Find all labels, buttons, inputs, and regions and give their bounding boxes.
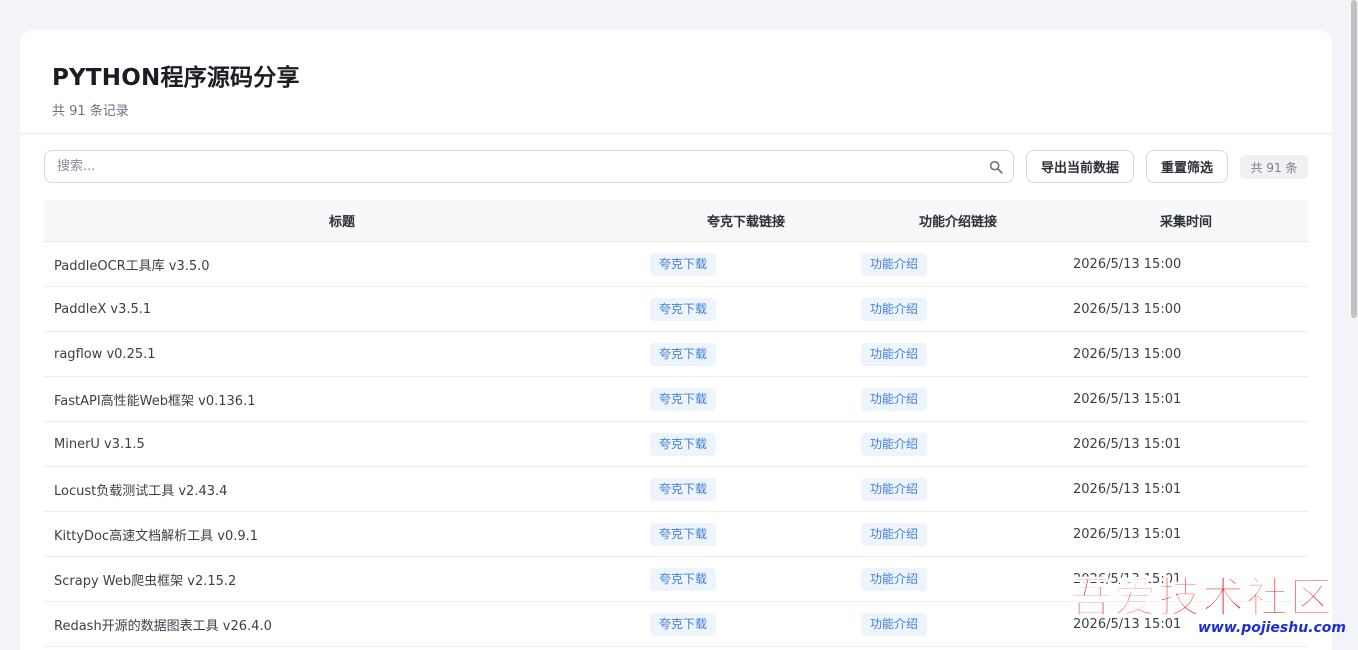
search-icon[interactable]: [989, 160, 1003, 174]
column-header-collect-time[interactable]: 采集时间: [1064, 211, 1308, 230]
row-quark-cell: 夸克下载: [640, 342, 852, 366]
feature-intro-link[interactable]: 功能介绍: [861, 252, 928, 276]
column-header-title[interactable]: 标题: [44, 211, 640, 230]
row-quark-cell: 夸克下载: [640, 297, 852, 321]
search-input[interactable]: [45, 151, 1013, 182]
row-intro-cell: 功能介绍: [852, 612, 1064, 636]
watermark-logo: 吾爱技术社区 www.pojieshu.com: [1069, 572, 1346, 636]
row-intro-cell: 功能介绍: [852, 567, 1064, 591]
column-header-quark-link[interactable]: 夸克下载链接: [640, 211, 852, 230]
row-collect-time: 2026/5/13 15:00: [1073, 346, 1182, 362]
quark-download-link[interactable]: 夸克下载: [650, 612, 717, 636]
row-intro-cell: 功能介绍: [852, 387, 1064, 411]
watermark-url: www.pojieshu.com: [1198, 620, 1346, 636]
table-row: ragflow v0.25.1 夸克下载 功能介绍 2026/5/13 15:00: [44, 332, 1308, 377]
feature-intro-link[interactable]: 功能介绍: [861, 432, 928, 456]
feature-intro-link[interactable]: 功能介绍: [861, 612, 928, 636]
scrollbar-thumb[interactable]: [1351, 0, 1357, 318]
row-collect-time: 2026/5/13 15:01: [1073, 391, 1182, 407]
row-quark-cell: 夸克下载: [640, 522, 852, 546]
row-quark-cell: 夸克下载: [640, 432, 852, 456]
row-collect-time: 2026/5/13 15:00: [1073, 301, 1182, 317]
table-row: FastAPI高性能Web框架 v0.136.1 夸克下载 功能介绍 2026/5/1…: [44, 377, 1308, 422]
row-intro-cell: 功能介绍: [852, 297, 1064, 321]
row-title: KittyDoc高速文档解析工具 v0.9.1: [54, 528, 259, 544]
row-collect-time: 2026/5/13 15:01: [1073, 481, 1182, 497]
row-intro-cell: 功能介绍: [852, 252, 1064, 276]
row-quark-cell: 夸克下载: [640, 387, 852, 411]
feature-intro-link[interactable]: 功能介绍: [861, 522, 928, 546]
quark-download-link[interactable]: 夸克下载: [650, 432, 717, 456]
row-title: Redash开源的数据图表工具 v26.4.0: [54, 618, 272, 634]
row-collect-time: 2026/5/13 15:00: [1073, 256, 1182, 272]
table-row: PaddleOCR工具库 v3.5.0 夸克下载 功能介绍 2026/5/13 15:…: [44, 242, 1308, 287]
row-title: MinerU v3.1.5: [54, 436, 145, 452]
row-title: FastAPI高性能Web框架 v0.136.1: [54, 393, 256, 409]
feature-intro-link[interactable]: 功能介绍: [861, 567, 928, 591]
page-title: PYTHON程序源码分享: [52, 65, 300, 91]
row-title: Scrapy Web爬虫框架 v2.15.2: [54, 573, 237, 589]
row-title: Locust负载测试工具 v2.43.4: [54, 483, 228, 499]
row-quark-cell: 夸克下载: [640, 567, 852, 591]
row-title: PaddleX v3.5.1: [54, 301, 152, 317]
toolbar: 导出当前数据 重置筛选 共 91 条: [20, 134, 1332, 200]
search-box: [44, 150, 1014, 183]
quark-download-link[interactable]: 夸克下载: [650, 387, 717, 411]
main-card: PYTHON程序源码分享 共 91 条记录 导出当前数据 重置筛选 共 91 条…: [20, 30, 1332, 650]
row-intro-cell: 功能介绍: [852, 432, 1064, 456]
feature-intro-link[interactable]: 功能介绍: [861, 477, 928, 501]
feature-intro-link[interactable]: 功能介绍: [861, 297, 928, 321]
watermark-text: 吾爱技术社区: [1070, 573, 1334, 622]
table-row: PaddleX v3.5.1 夸克下载 功能介绍 2026/5/13 15:00: [44, 287, 1308, 332]
export-button[interactable]: 导出当前数据: [1026, 150, 1134, 183]
row-title: PaddleOCR工具库 v3.5.0: [54, 258, 210, 274]
column-header-intro-link[interactable]: 功能介绍链接: [852, 211, 1064, 230]
feature-intro-link[interactable]: 功能介绍: [861, 342, 928, 366]
row-intro-cell: 功能介绍: [852, 477, 1064, 501]
row-title: ragflow v0.25.1: [54, 346, 156, 362]
row-collect-time: 2026/5/13 15:01: [1073, 436, 1182, 452]
table-row: Locust负载测试工具 v2.43.4 夸克下载 功能介绍 2026/5/13 15…: [44, 467, 1308, 512]
row-intro-cell: 功能介绍: [852, 342, 1064, 366]
quark-download-link[interactable]: 夸克下载: [650, 477, 717, 501]
feature-intro-link[interactable]: 功能介绍: [861, 387, 928, 411]
row-quark-cell: 夸克下载: [640, 252, 852, 276]
table-row: MinerU v3.1.5 夸克下载 功能介绍 2026/5/13 15:01: [44, 422, 1308, 467]
page-header: PYTHON程序源码分享 共 91 条记录: [20, 30, 1332, 134]
row-quark-cell: 夸克下载: [640, 612, 852, 636]
reset-filter-button[interactable]: 重置筛选: [1146, 150, 1228, 183]
quark-download-link[interactable]: 夸克下载: [650, 522, 717, 546]
count-badge: 共 91 条: [1240, 155, 1308, 179]
table-header: 标题 夸克下载链接 功能介绍链接 采集时间: [44, 200, 1308, 242]
quark-download-link[interactable]: 夸克下载: [650, 297, 717, 321]
row-collect-time: 2026/5/13 15:01: [1073, 526, 1182, 542]
row-quark-cell: 夸克下载: [640, 477, 852, 501]
record-count-subtitle: 共 91 条记录: [52, 104, 129, 119]
page-scrollbar[interactable]: [1350, 0, 1358, 650]
quark-download-link[interactable]: 夸克下载: [650, 342, 717, 366]
row-intro-cell: 功能介绍: [852, 522, 1064, 546]
quark-download-link[interactable]: 夸克下载: [650, 567, 717, 591]
quark-download-link[interactable]: 夸克下载: [650, 252, 717, 276]
table-row: KittyDoc高速文档解析工具 v0.9.1 夸克下载 功能介绍 2026/5/13…: [44, 512, 1308, 557]
